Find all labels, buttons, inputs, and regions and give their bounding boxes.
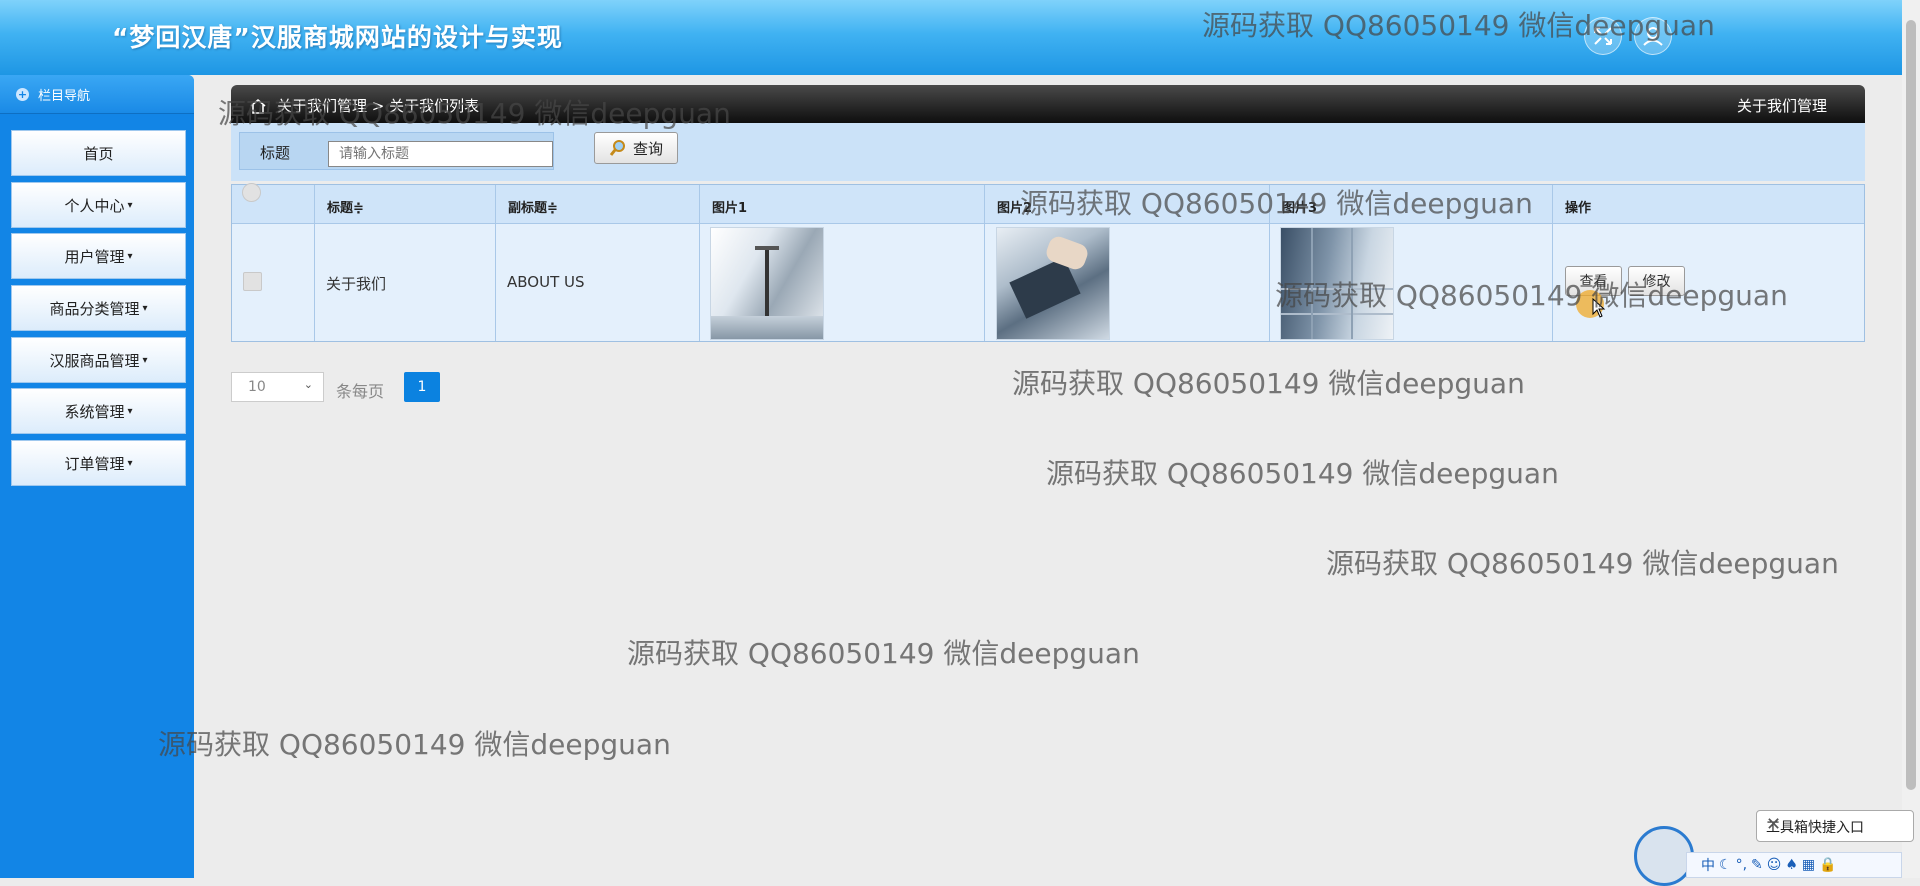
caret-down-icon: ▾ bbox=[142, 302, 148, 314]
sidebar-item-user-management[interactable]: 用户管理 ▾ bbox=[11, 233, 186, 279]
breadcrumb: 关于我们管理 > 关于我们列表 bbox=[249, 95, 479, 116]
expand-icon bbox=[1594, 27, 1612, 45]
app-header: “梦回汉唐”汉服商城网站的设计与实现 bbox=[0, 0, 1920, 75]
page-size-select[interactable]: 10 ⌄ bbox=[231, 372, 324, 402]
breadcrumb-text[interactable]: 关于我们管理 > 关于我们列表 bbox=[277, 95, 479, 116]
sidebar: + 栏目导航 首页 个人中心 ▾ 用户管理 ▾ 商品分类管理 ▾ 汉服商品管理 ▾ 系统… bbox=[0, 75, 194, 878]
ime-toolbar: 中 ☾ °, ✎ ☺ ♠ ▦ 🔒 bbox=[1686, 852, 1902, 878]
caret-down-icon: ▾ bbox=[127, 405, 133, 417]
sidebar-item-order-management[interactable]: 订单管理 ▾ bbox=[11, 440, 186, 486]
content-title-bar: 关于我们管理 > 关于我们列表 关于我们管理 bbox=[231, 85, 1865, 123]
cell-image2 bbox=[985, 224, 1270, 341]
search-field-group: 标题 bbox=[239, 132, 554, 170]
site-title: “梦回汉唐”汉服商城网站的设计与实现 bbox=[112, 23, 563, 52]
user-icon bbox=[1643, 27, 1663, 46]
emoji-icon[interactable]: ☺ bbox=[1767, 857, 1782, 873]
search-button[interactable]: 查询 bbox=[594, 132, 678, 164]
sidebar-item-label: 系统管理 bbox=[64, 402, 125, 421]
grid-icon[interactable]: ▦ bbox=[1802, 857, 1815, 873]
watermark: 源码获取 QQ86050149 微信deepguan bbox=[1046, 457, 1559, 490]
cell-actions: 查看 修改 bbox=[1553, 224, 1864, 341]
page-scrollbar[interactable] bbox=[1902, 0, 1920, 878]
sidebar-item-label: 个人中心 bbox=[64, 196, 125, 215]
user-button[interactable] bbox=[1634, 17, 1672, 55]
watermark: 源码获取 QQ86050149 微信deepguan bbox=[1326, 547, 1839, 580]
cell-title: 关于我们 bbox=[315, 224, 496, 341]
title-search-input[interactable] bbox=[328, 141, 553, 167]
column-header-subtitle[interactable]: 副标题≑ bbox=[496, 185, 700, 224]
sidebar-item-label: 用户管理 bbox=[64, 247, 125, 266]
column-header-actions: 操作 bbox=[1553, 185, 1864, 224]
row-checkbox[interactable] bbox=[243, 272, 262, 291]
column-header-image3: 图片3 bbox=[1270, 185, 1553, 224]
row-select-cell bbox=[232, 224, 315, 341]
scrollbar-thumb[interactable] bbox=[1906, 20, 1916, 790]
search-bar: 标题 查询 bbox=[231, 123, 1865, 181]
plus-icon: + bbox=[16, 87, 29, 101]
lock-icon[interactable]: 🔒 bbox=[1819, 857, 1836, 873]
chevron-down-icon: ⌄ bbox=[303, 378, 313, 391]
watermark: 源码获取 QQ86050149 微信deepguan bbox=[627, 637, 1140, 670]
watermark: 源码获取 QQ86050149 微信deepguan bbox=[1012, 367, 1525, 400]
mouse-cursor-icon bbox=[1592, 298, 1606, 318]
sidebar-header: + 栏目导航 bbox=[0, 75, 194, 114]
search-label: 标题 bbox=[260, 144, 291, 162]
header-select-all bbox=[232, 183, 315, 224]
wrench-icon[interactable]: ✎ bbox=[1751, 857, 1763, 873]
column-header-image1: 图片1 bbox=[700, 185, 985, 224]
sidebar-item-label: 商品分类管理 bbox=[49, 299, 140, 318]
caret-down-icon: ▾ bbox=[142, 354, 148, 366]
data-table: 标题≑ 副标题≑ 图片1 图片2 图片3 操作 关于我们 ABOUT US 查看… bbox=[231, 183, 1865, 342]
edit-button[interactable]: 修改 bbox=[1628, 266, 1685, 296]
sidebar-title: 栏目导航 bbox=[38, 88, 91, 104]
punctuation-icon[interactable]: °, bbox=[1736, 857, 1747, 873]
cell-subtitle-text: ABOUT US bbox=[507, 273, 585, 291]
column-header-title[interactable]: 标题≑ bbox=[315, 185, 496, 224]
search-button-label: 查询 bbox=[632, 139, 663, 158]
cell-subtitle: ABOUT US bbox=[496, 224, 700, 341]
sidebar-item-home[interactable]: 首页 bbox=[11, 130, 186, 176]
cell-image3 bbox=[1270, 224, 1553, 341]
sidebar-item-label: 订单管理 bbox=[64, 454, 125, 473]
close-icon[interactable]: ✕ bbox=[1766, 814, 1906, 835]
cell-image1 bbox=[700, 224, 985, 341]
home-icon bbox=[250, 98, 266, 114]
sidebar-item-personal-center[interactable]: 个人中心 ▾ bbox=[11, 182, 186, 228]
fullscreen-button[interactable] bbox=[1584, 17, 1622, 55]
caret-down-icon: ▾ bbox=[127, 250, 133, 262]
select-all-checkbox[interactable] bbox=[242, 183, 261, 202]
section-title: 关于我们管理 bbox=[1736, 97, 1827, 115]
page-size-label: 条每页 bbox=[336, 382, 385, 401]
sidebar-item-label: 首页 bbox=[83, 144, 114, 163]
caret-down-icon: ▾ bbox=[127, 457, 133, 469]
caret-down-icon: ▾ bbox=[127, 199, 133, 211]
skin-icon[interactable]: ♠ bbox=[1785, 857, 1798, 873]
column-header-image2: 图片2 bbox=[985, 185, 1270, 224]
page-button-current[interactable]: 1 bbox=[404, 372, 440, 402]
watermark: 源码获取 QQ86050149 微信deepguan bbox=[158, 728, 671, 761]
sidebar-item-category-management[interactable]: 商品分类管理 ▾ bbox=[11, 285, 186, 331]
search-icon bbox=[609, 140, 625, 156]
sidebar-item-hanfu-management[interactable]: 汉服商品管理 ▾ bbox=[11, 337, 186, 383]
ime-mode-button[interactable]: 中 bbox=[1701, 855, 1715, 875]
sidebar-item-label: 汉服商品管理 bbox=[49, 351, 140, 370]
sidebar-item-system-management[interactable]: 系统管理 ▾ bbox=[11, 388, 186, 434]
image2-thumbnail[interactable] bbox=[996, 227, 1110, 340]
toolbox-shortcut[interactable]: 工具箱快捷入口 ✕ bbox=[1756, 810, 1914, 842]
image3-thumbnail[interactable] bbox=[1280, 227, 1394, 340]
image1-thumbnail[interactable] bbox=[710, 227, 824, 340]
cell-title-text: 关于我们 bbox=[326, 275, 387, 293]
assistant-avatar-icon[interactable] bbox=[1634, 826, 1694, 886]
moon-icon[interactable]: ☾ bbox=[1719, 857, 1732, 873]
page-size-value: 10 bbox=[248, 379, 266, 395]
